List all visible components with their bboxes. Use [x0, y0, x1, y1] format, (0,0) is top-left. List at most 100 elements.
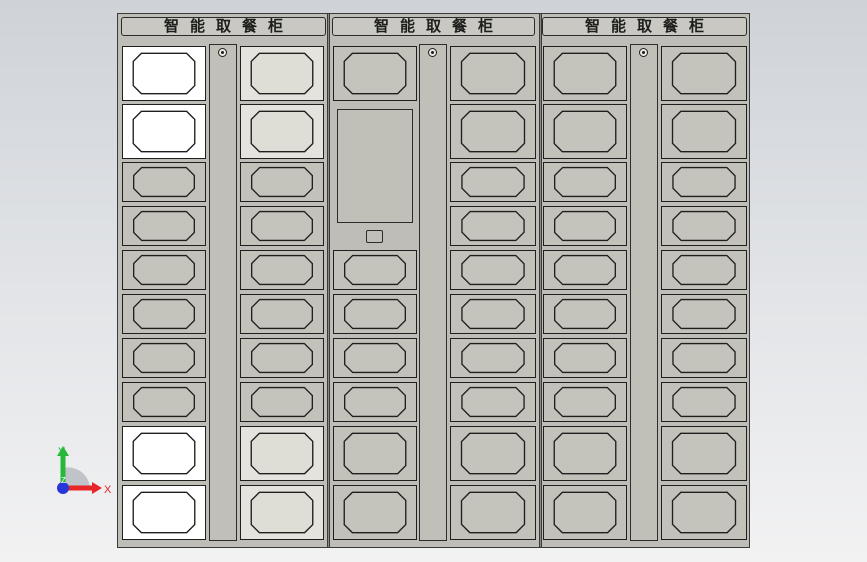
- locker-door[interactable]: [333, 46, 417, 101]
- smart-meal-cabinet[interactable]: 智能取餐柜 智能取餐柜 智能取餐柜: [117, 13, 750, 548]
- locker-door[interactable]: [543, 426, 627, 481]
- locker-door[interactable]: [661, 338, 747, 378]
- cad-viewport[interactable]: 智能取餐柜 智能取餐柜 智能取餐柜 Y X Z: [0, 0, 867, 562]
- locker-door[interactable]: [240, 46, 324, 101]
- door-window-frame: [251, 386, 313, 418]
- locker-door[interactable]: [450, 162, 536, 202]
- door-window-frame: [344, 254, 406, 286]
- locker-door[interactable]: [543, 382, 627, 422]
- locker-door[interactable]: [122, 104, 206, 159]
- locker-door[interactable]: [240, 426, 324, 481]
- door-window-frame: [133, 210, 195, 242]
- locker-door[interactable]: [122, 382, 206, 422]
- locker-door[interactable]: [333, 426, 417, 481]
- locker-door[interactable]: [240, 294, 324, 334]
- door-window: [251, 342, 313, 374]
- door-window: [251, 386, 313, 418]
- locker-door[interactable]: [333, 485, 417, 540]
- door-window: [554, 342, 616, 374]
- door-window: [672, 342, 736, 374]
- locker-door[interactable]: [122, 338, 206, 378]
- locker-door[interactable]: [122, 426, 206, 481]
- locker-door[interactable]: [333, 382, 417, 422]
- door-window-frame: [133, 166, 195, 198]
- door-window-frame: [672, 210, 736, 242]
- locker-door[interactable]: [661, 426, 747, 481]
- door-window: [461, 210, 525, 242]
- door-window-frame: [460, 110, 526, 153]
- locker-door[interactable]: [333, 294, 417, 334]
- locker-door[interactable]: [240, 104, 324, 159]
- locker-door[interactable]: [661, 250, 747, 290]
- locker-door[interactable]: [543, 338, 627, 378]
- locker-door[interactable]: [661, 46, 747, 101]
- locker-door[interactable]: [450, 485, 536, 540]
- locker-door[interactable]: [543, 206, 627, 246]
- locker-door[interactable]: [333, 250, 417, 290]
- door-window-frame: [554, 386, 616, 418]
- locker-door[interactable]: [240, 206, 324, 246]
- locker-door[interactable]: [543, 294, 627, 334]
- door-window: [461, 386, 525, 418]
- door-window-frame: [461, 166, 525, 198]
- door-window-frame: [132, 491, 196, 534]
- locker-door[interactable]: [122, 162, 206, 202]
- locker-door[interactable]: [333, 338, 417, 378]
- locker-door[interactable]: [543, 162, 627, 202]
- locker-door[interactable]: [450, 104, 536, 159]
- locker-door[interactable]: [661, 294, 747, 334]
- locker-door[interactable]: [661, 206, 747, 246]
- door-window-frame: [460, 52, 526, 95]
- door-window: [133, 210, 195, 242]
- locker-door[interactable]: [240, 485, 324, 540]
- locker-door[interactable]: [543, 485, 627, 540]
- locker-door[interactable]: [661, 162, 747, 202]
- door-window: [250, 52, 314, 95]
- locker-door[interactable]: [450, 46, 536, 101]
- door-window-frame: [671, 432, 737, 475]
- locker-door[interactable]: [240, 338, 324, 378]
- locker-door[interactable]: [122, 206, 206, 246]
- locker-door[interactable]: [450, 426, 536, 481]
- locker-door[interactable]: [122, 46, 206, 101]
- door-window: [672, 298, 736, 330]
- locker-door[interactable]: [450, 250, 536, 290]
- door-window-frame: [133, 386, 195, 418]
- locker-door[interactable]: [543, 46, 627, 101]
- locker-door[interactable]: [450, 338, 536, 378]
- door-window: [461, 166, 525, 198]
- locker-door[interactable]: [661, 104, 747, 159]
- door-window: [672, 254, 736, 286]
- locker-door[interactable]: [543, 250, 627, 290]
- door-window: [250, 110, 314, 153]
- door-window: [461, 342, 525, 374]
- x-axis-arrow: [92, 482, 102, 494]
- door-window: [671, 110, 737, 153]
- door-window-frame: [461, 298, 525, 330]
- door-window: [133, 254, 195, 286]
- door-window-frame: [672, 166, 736, 198]
- door-window: [344, 342, 406, 374]
- door-window: [554, 298, 616, 330]
- locker-door[interactable]: [122, 250, 206, 290]
- touch-screen[interactable]: [337, 109, 413, 223]
- locker-door[interactable]: [661, 485, 747, 540]
- door-window: [553, 491, 617, 534]
- locker-door[interactable]: [450, 382, 536, 422]
- locker-door[interactable]: [661, 382, 747, 422]
- locker-door[interactable]: [240, 382, 324, 422]
- door-window-frame: [132, 432, 196, 475]
- door-window: [460, 432, 526, 475]
- locker-door[interactable]: [240, 162, 324, 202]
- door-window: [671, 52, 737, 95]
- locker-door[interactable]: [240, 250, 324, 290]
- door-window: [553, 432, 617, 475]
- door-window: [133, 298, 195, 330]
- locker-door[interactable]: [450, 294, 536, 334]
- locker-door[interactable]: [543, 104, 627, 159]
- locker-door[interactable]: [122, 485, 206, 540]
- axis-triad: Y X Z: [48, 440, 118, 510]
- locker-door[interactable]: [122, 294, 206, 334]
- door-window: [250, 491, 314, 534]
- locker-door[interactable]: [450, 206, 536, 246]
